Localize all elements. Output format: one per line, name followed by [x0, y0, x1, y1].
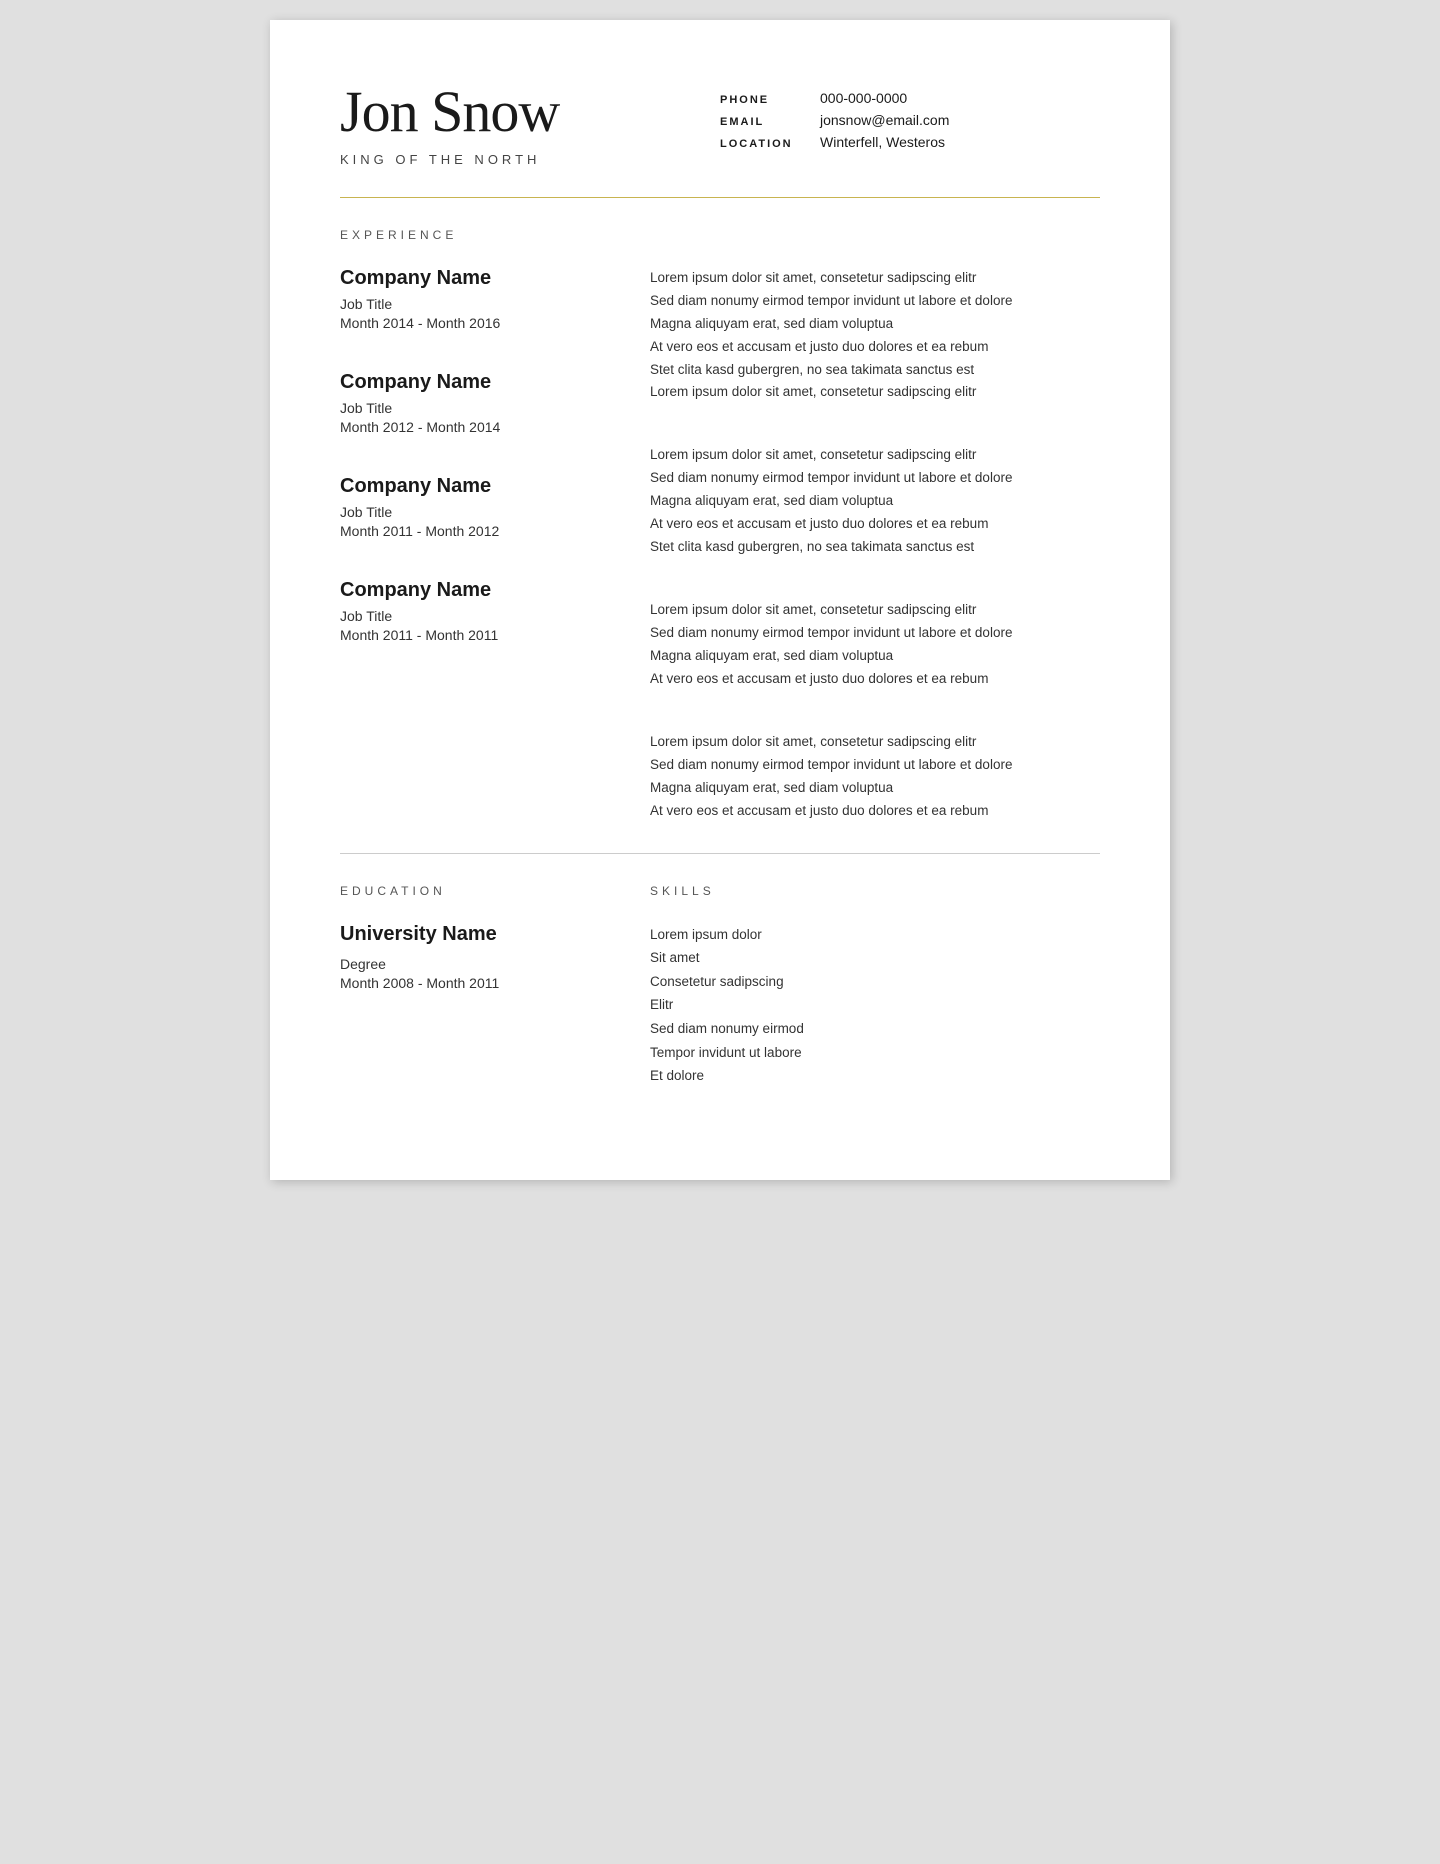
skill-5: Sed diam nonumy eirmod — [650, 1017, 1100, 1041]
exp-1-line-2: Sed diam nonumy eirmod tempor invidunt u… — [650, 290, 1100, 313]
exp-3-line-2: Sed diam nonumy eirmod tempor invidunt u… — [650, 622, 1100, 645]
exp-desc-4: Lorem ipsum dolor sit amet, consetetur s… — [650, 731, 1100, 823]
contact-phone-row: PHONE 000-000-0000 — [720, 90, 1100, 106]
location-value: Winterfell, Westeros — [820, 134, 945, 150]
exp-1-line-6: Lorem ipsum dolor sit amet, consetetur s… — [650, 381, 1100, 404]
education-col: EDUCATION University Name Degree Month 2… — [340, 884, 640, 1088]
exp-2-line-3: Magna aliquyam erat, sed diam voluptua — [650, 490, 1100, 513]
candidate-name: Jon Snow — [340, 80, 720, 144]
exp-entry-4-left: Company Name Job Title Month 2011 - Mont… — [340, 579, 640, 643]
location-label: LOCATION — [720, 138, 800, 150]
experience-title: EXPERIENCE — [340, 228, 1100, 242]
university-name: University Name — [340, 923, 640, 946]
exp-desc-3: Lorem ipsum dolor sit amet, consetetur s… — [650, 599, 1100, 691]
experience-body: Company Name Job Title Month 2014 - Mont… — [340, 267, 1100, 823]
exp-4-line-2: Sed diam nonumy eirmod tempor invidunt u… — [650, 754, 1100, 777]
exp-1-line-1: Lorem ipsum dolor sit amet, consetetur s… — [650, 267, 1100, 290]
exp-2-line-2: Sed diam nonumy eirmod tempor invidunt u… — [650, 467, 1100, 490]
contact-email-row: EMAIL jonsnow@email.com — [720, 112, 1100, 128]
header-contact: PHONE 000-000-0000 EMAIL jonsnow@email.c… — [720, 80, 1100, 150]
job-2-title: Job Title — [340, 400, 640, 416]
company-2-name: Company Name — [340, 371, 640, 394]
education-title: EDUCATION — [340, 884, 640, 898]
skills-col: SKILLS Lorem ipsum dolor Sit amet Conset… — [640, 884, 1100, 1088]
experience-section: EXPERIENCE Company Name Job Title Month … — [340, 228, 1100, 823]
job-2-dates: Month 2012 - Month 2014 — [340, 419, 640, 435]
exp-2-line-5: Stet clita kasd gubergren, no sea takima… — [650, 536, 1100, 559]
exp-desc-2: Lorem ipsum dolor sit amet, consetetur s… — [650, 444, 1100, 559]
gold-divider — [340, 197, 1100, 198]
degree: Degree — [340, 956, 640, 972]
gray-divider — [340, 853, 1100, 854]
company-1-name: Company Name — [340, 267, 640, 290]
header-left: Jon Snow KING OF THE NORTH — [340, 80, 720, 167]
exp-3-line-4: At vero eos et accusam et justo duo dolo… — [650, 668, 1100, 691]
job-1-dates: Month 2014 - Month 2016 — [340, 315, 640, 331]
candidate-tagline: KING OF THE NORTH — [340, 152, 720, 167]
exp-2-line-1: Lorem ipsum dolor sit amet, consetetur s… — [650, 444, 1100, 467]
exp-4-line-3: Magna aliquyam erat, sed diam voluptua — [650, 777, 1100, 800]
skills-title: SKILLS — [650, 884, 1100, 898]
exp-entry-2-left: Company Name Job Title Month 2012 - Mont… — [340, 371, 640, 435]
skill-6: Tempor invidunt ut labore — [650, 1041, 1100, 1065]
exp-3-line-1: Lorem ipsum dolor sit amet, consetetur s… — [650, 599, 1100, 622]
contact-location-row: LOCATION Winterfell, Westeros — [720, 134, 1100, 150]
company-4-name: Company Name — [340, 579, 640, 602]
bottom-section: EDUCATION University Name Degree Month 2… — [340, 884, 1100, 1088]
job-3-title: Job Title — [340, 504, 640, 520]
exp-entry-1-left: Company Name Job Title Month 2014 - Mont… — [340, 267, 640, 331]
skill-1: Lorem ipsum dolor — [650, 923, 1100, 947]
exp-1-line-3: Magna aliquyam erat, sed diam voluptua — [650, 313, 1100, 336]
job-1-title: Job Title — [340, 296, 640, 312]
header: Jon Snow KING OF THE NORTH PHONE 000-000… — [340, 80, 1100, 167]
phone-value: 000-000-0000 — [820, 90, 907, 106]
exp-3-line-3: Magna aliquyam erat, sed diam voluptua — [650, 645, 1100, 668]
skill-3: Consetetur sadipscing — [650, 970, 1100, 994]
job-4-dates: Month 2011 - Month 2011 — [340, 627, 640, 643]
experience-entries-left: Company Name Job Title Month 2014 - Mont… — [340, 267, 640, 643]
experience-left-col: Company Name Job Title Month 2014 - Mont… — [340, 267, 640, 823]
experience-right-col: Lorem ipsum dolor sit amet, consetetur s… — [640, 267, 1100, 823]
company-3-name: Company Name — [340, 475, 640, 498]
exp-4-line-4: At vero eos et accusam et justo duo dolo… — [650, 800, 1100, 823]
skills-list: Lorem ipsum dolor Sit amet Consetetur sa… — [650, 923, 1100, 1088]
skill-4: Elitr — [650, 993, 1100, 1017]
exp-2-line-4: At vero eos et accusam et justo duo dolo… — [650, 513, 1100, 536]
phone-label: PHONE — [720, 94, 800, 106]
exp-4-line-1: Lorem ipsum dolor sit amet, consetetur s… — [650, 731, 1100, 754]
job-4-title: Job Title — [340, 608, 640, 624]
exp-1-line-4: At vero eos et accusam et justo duo dolo… — [650, 336, 1100, 359]
email-label: EMAIL — [720, 116, 800, 128]
resume-page: Jon Snow KING OF THE NORTH PHONE 000-000… — [270, 20, 1170, 1180]
exp-desc-1: Lorem ipsum dolor sit amet, consetetur s… — [650, 267, 1100, 405]
skill-7: Et dolore — [650, 1064, 1100, 1088]
exp-1-line-5: Stet clita kasd gubergren, no sea takima… — [650, 359, 1100, 382]
skill-2: Sit amet — [650, 946, 1100, 970]
email-value: jonsnow@email.com — [820, 112, 949, 128]
edu-dates: Month 2008 - Month 2011 — [340, 975, 640, 991]
exp-entry-3-left: Company Name Job Title Month 2011 - Mont… — [340, 475, 640, 539]
job-3-dates: Month 2011 - Month 2012 — [340, 523, 640, 539]
